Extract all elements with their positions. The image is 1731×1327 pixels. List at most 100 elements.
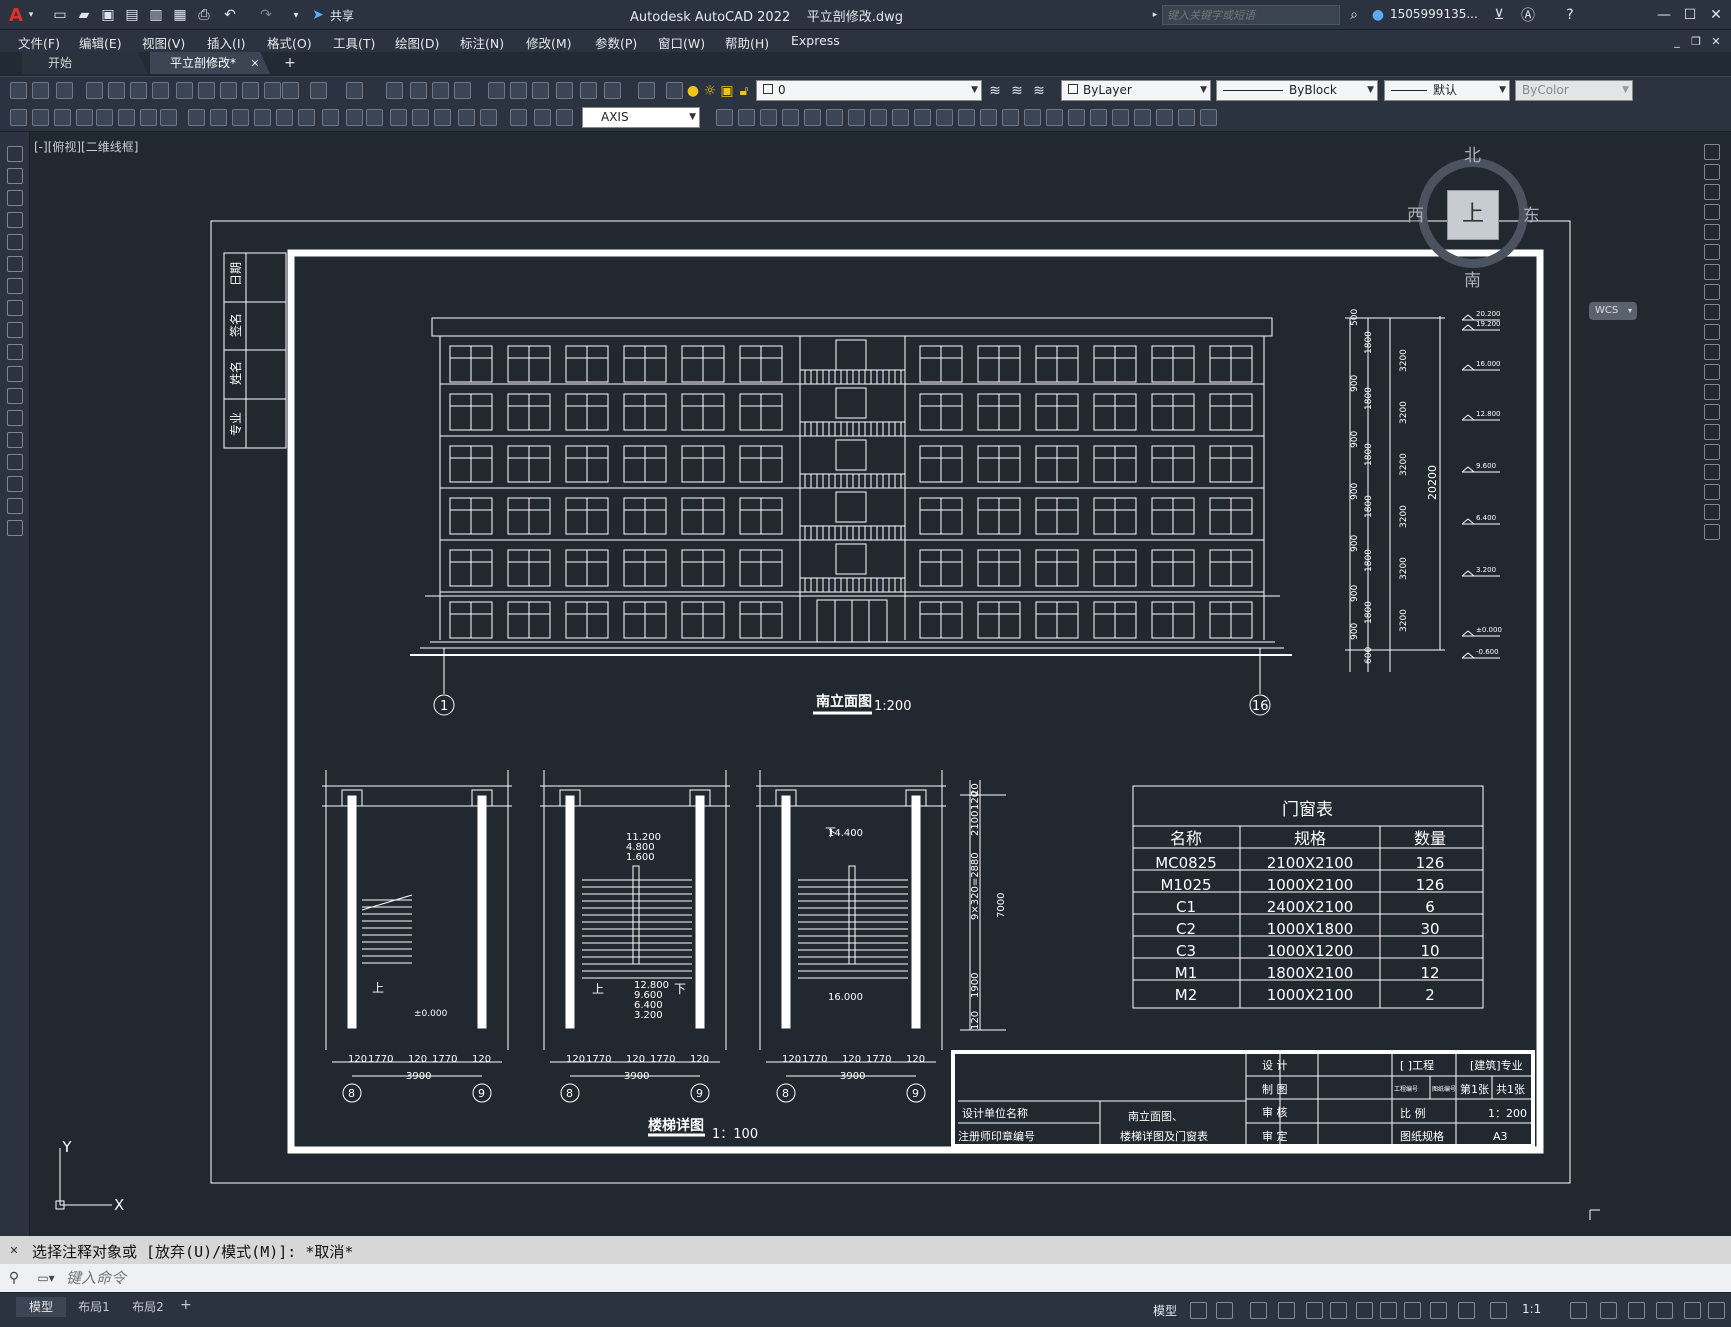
modify-tool-icon[interactable] [1002, 109, 1019, 126]
toolbar-tool-icon[interactable] [386, 82, 403, 99]
viewcube-east[interactable]: 东 [1523, 201, 1540, 226]
modify-tool-icon[interactable] [1704, 524, 1720, 540]
drawing-viewport[interactable]: [-][俯视][二维线框] 日期 签名 姓名 专业 1 16 南立面图 1:20… [30, 132, 1696, 1236]
dimension-tool-icon[interactable] [534, 109, 551, 126]
toolbar-tool-icon[interactable] [454, 82, 471, 99]
draw-tool-icon[interactable] [7, 366, 23, 382]
dimstyle-dropdown[interactable]: AXIS ▼ [582, 107, 700, 128]
menu-format[interactable]: 格式(O) [267, 33, 312, 52]
search-input[interactable] [1162, 5, 1340, 25]
new-file-icon[interactable]: ▭ [52, 6, 68, 24]
status-toggle-icon[interactable] [1570, 1302, 1587, 1319]
model-space-button[interactable]: 模型 [1153, 1302, 1177, 1319]
modify-tool-icon[interactable] [1704, 384, 1720, 400]
command-close-icon[interactable]: ✕ [6, 1242, 22, 1258]
dimension-tool-icon[interactable] [10, 109, 27, 126]
viewcube-top-face[interactable]: 上 [1447, 190, 1499, 240]
status-toggle-icon[interactable] [1430, 1302, 1447, 1319]
save-web-icon[interactable]: ▦ [172, 6, 188, 24]
modify-tool-icon[interactable] [892, 109, 909, 126]
layout-tab-2[interactable]: 布局2 [122, 1297, 174, 1317]
toolbar-tool-icon[interactable] [346, 82, 363, 99]
cart-icon[interactable]: ⊻ [1490, 5, 1508, 25]
dimension-tool-icon[interactable] [140, 109, 157, 126]
dimension-tool-icon[interactable] [556, 109, 573, 126]
modify-tool-icon[interactable] [716, 109, 733, 126]
add-layout-button[interactable]: + [180, 1297, 192, 1313]
modify-tool-icon[interactable] [936, 109, 953, 126]
draw-tool-icon[interactable] [7, 234, 23, 250]
toolbar-tool-icon[interactable] [198, 82, 215, 99]
toolbar-tool-icon[interactable] [638, 82, 655, 99]
minimize-icon[interactable]: — [1652, 4, 1676, 26]
modify-tool-icon[interactable] [760, 109, 777, 126]
share-button[interactable]: 共享 [330, 7, 354, 24]
search-icon[interactable]: ⌕ [1345, 5, 1363, 25]
draw-tool-icon[interactable] [7, 256, 23, 272]
modify-tool-icon[interactable] [958, 109, 975, 126]
status-toggle-icon[interactable] [1684, 1302, 1701, 1319]
modify-tool-icon[interactable] [1704, 504, 1720, 520]
modify-tool-icon[interactable] [1704, 184, 1720, 200]
command-customize-icon[interactable]: ⚲ [6, 1270, 22, 1286]
user-icon[interactable]: ● [1369, 5, 1387, 25]
status-toggle-icon[interactable] [1380, 1302, 1397, 1319]
dimension-tool-icon[interactable] [480, 109, 497, 126]
menu-parametric[interactable]: 参数(P) [595, 33, 637, 52]
modify-tool-icon[interactable] [782, 109, 799, 126]
toolbar-tool-icon[interactable] [176, 82, 193, 99]
dimension-tool-icon[interactable] [232, 109, 249, 126]
modify-tool-icon[interactable] [826, 109, 843, 126]
menu-tools[interactable]: 工具(T) [333, 33, 375, 52]
toolbar-tool-icon[interactable] [108, 82, 125, 99]
viewcube-north[interactable]: 北 [1464, 141, 1481, 166]
modify-tool-icon[interactable] [804, 109, 821, 126]
dimension-tool-icon[interactable] [412, 109, 429, 126]
toolbar-tool-icon[interactable] [282, 82, 299, 99]
menu-edit[interactable]: 编辑(E) [79, 33, 122, 52]
toolbar-tool-icon[interactable] [532, 82, 549, 99]
dimension-tool-icon[interactable] [298, 109, 315, 126]
modify-tool-icon[interactable] [1704, 424, 1720, 440]
dimension-tool-icon[interactable] [188, 109, 205, 126]
draw-tool-icon[interactable] [7, 432, 23, 448]
modify-tool-icon[interactable] [1090, 109, 1107, 126]
draw-tool-icon[interactable] [7, 190, 23, 206]
dimension-tool-icon[interactable] [96, 109, 113, 126]
toolbar-tool-icon[interactable] [264, 82, 281, 99]
modify-tool-icon[interactable] [1704, 464, 1720, 480]
tab-start[interactable]: 开始 [22, 52, 148, 74]
modify-tool-icon[interactable] [1704, 364, 1720, 380]
draw-tool-icon[interactable] [7, 212, 23, 228]
status-toggle-icon[interactable] [1356, 1302, 1373, 1319]
command-input[interactable] [66, 1268, 1666, 1288]
draw-tool-icon[interactable] [7, 146, 23, 162]
menu-file[interactable]: 文件(F) [18, 33, 60, 52]
modify-tool-icon[interactable] [1046, 109, 1063, 126]
modify-tool-icon[interactable] [1704, 284, 1720, 300]
dimension-tool-icon[interactable] [276, 109, 293, 126]
status-toggle-icon[interactable] [1600, 1302, 1617, 1319]
modify-tool-icon[interactable] [1024, 109, 1041, 126]
modify-tool-icon[interactable] [848, 109, 865, 126]
modify-tool-icon[interactable] [1704, 224, 1720, 240]
open-file-icon[interactable]: ▰ [76, 6, 92, 24]
draw-tool-icon[interactable] [7, 476, 23, 492]
toolbar-tool-icon[interactable] [410, 82, 427, 99]
toolbar-tool-icon[interactable] [152, 82, 169, 99]
status-toggle-icon[interactable] [1250, 1302, 1267, 1319]
status-toggle-icon[interactable] [1190, 1302, 1207, 1319]
modify-tool-icon[interactable] [980, 109, 997, 126]
dimension-tool-icon[interactable] [54, 109, 71, 126]
command-recent-icon[interactable]: ▭▾ [32, 1270, 60, 1286]
modify-tool-icon[interactable] [1112, 109, 1129, 126]
modify-tool-icon[interactable] [1704, 444, 1720, 460]
modify-tool-icon[interactable] [1704, 264, 1720, 280]
new-tab-button[interactable]: + [282, 54, 298, 72]
search-expand-icon[interactable]: ▸ [1150, 7, 1160, 23]
status-toggle-icon[interactable] [1656, 1302, 1673, 1319]
layer-state-icon[interactable]: ≋ [1030, 82, 1048, 100]
layer-sun-icon[interactable]: ☼ [703, 82, 717, 99]
modify-tool-icon[interactable] [1156, 109, 1173, 126]
menu-view[interactable]: 视图(V) [142, 33, 185, 52]
